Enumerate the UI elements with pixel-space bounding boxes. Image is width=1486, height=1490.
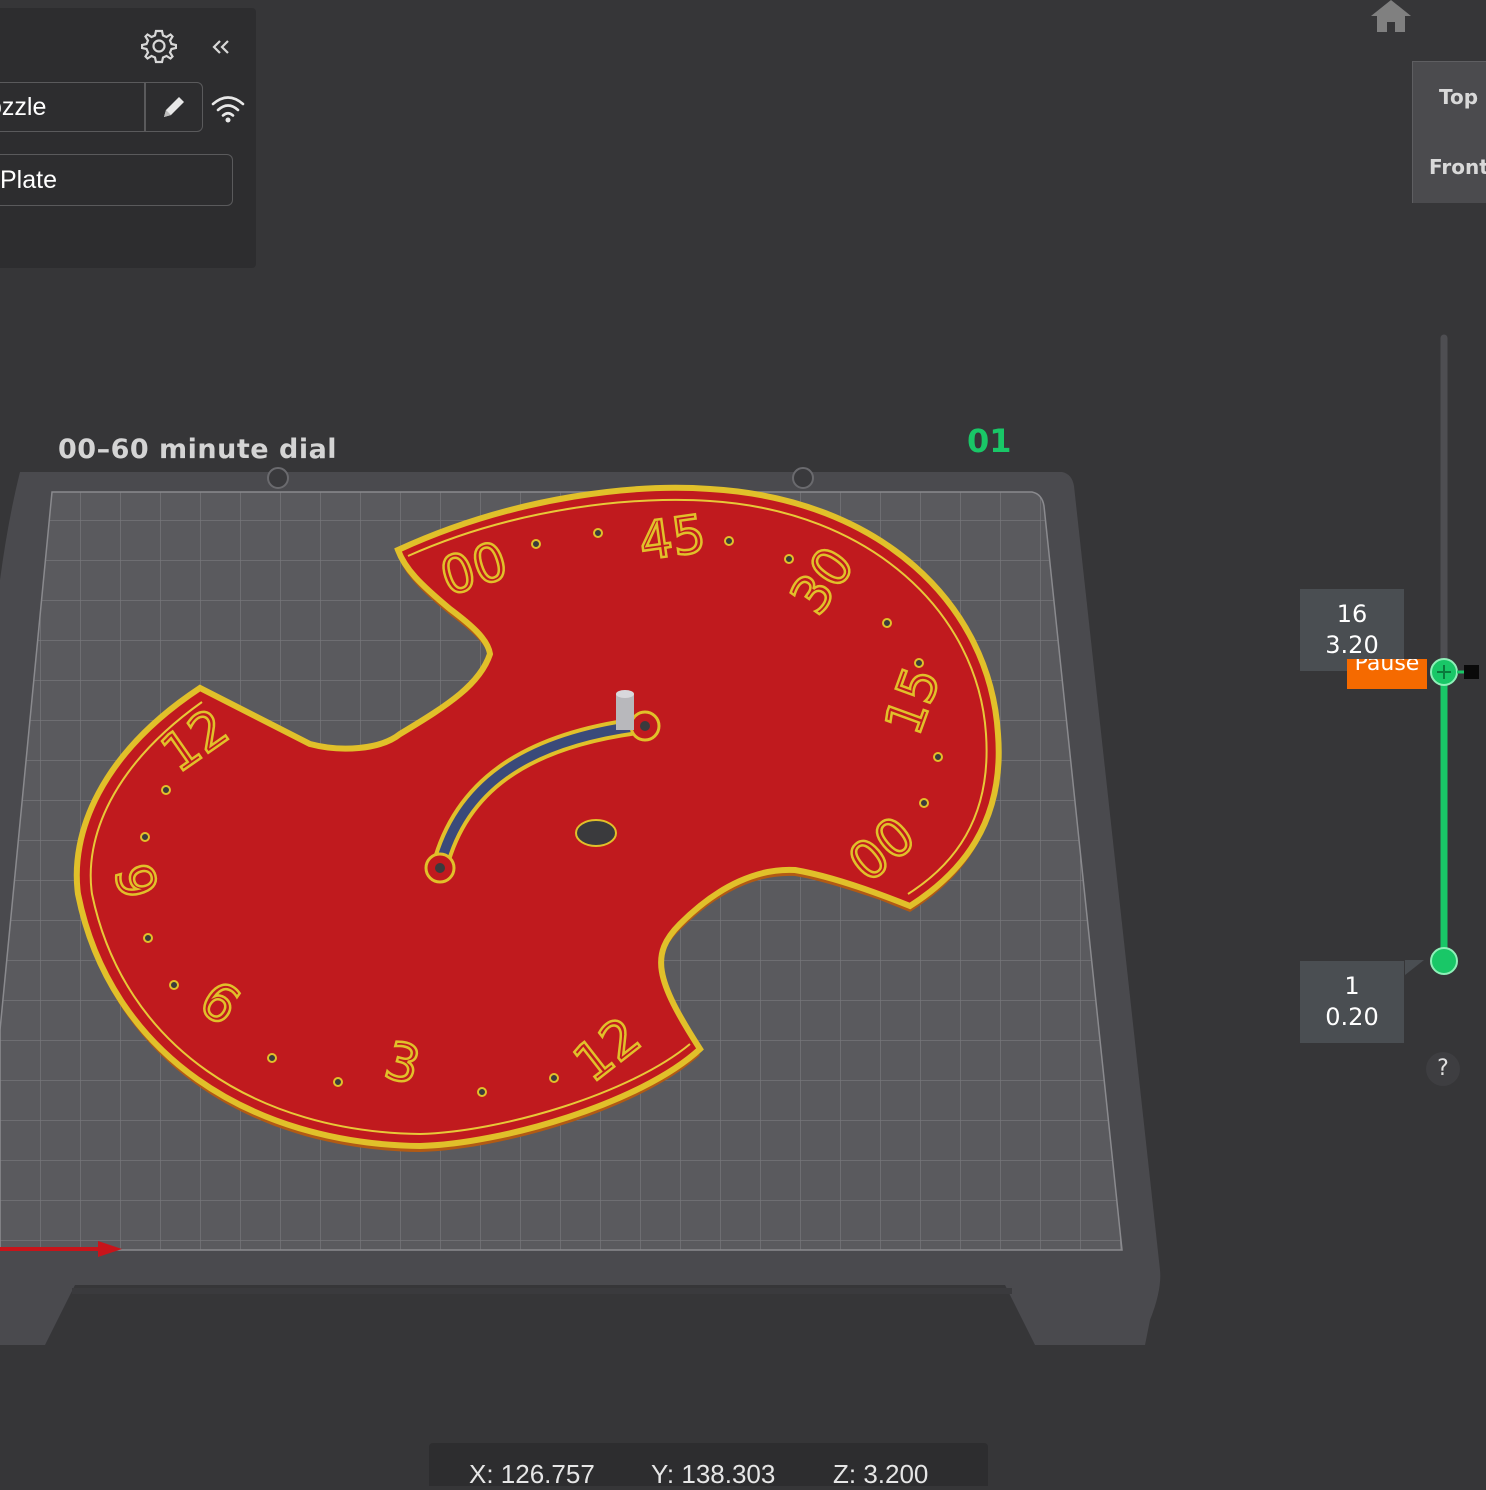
tick-dot <box>267 1053 277 1063</box>
view-front[interactable]: Front <box>1429 155 1486 179</box>
bed-front-lip <box>72 1288 1012 1294</box>
bed-notch <box>792 467 814 489</box>
tick-dot <box>724 536 734 546</box>
tick-dot <box>549 1073 559 1083</box>
tick-dot <box>919 798 929 808</box>
view-top[interactable]: Top <box>1439 85 1478 109</box>
tick-dot <box>933 752 943 762</box>
pin <box>616 694 634 730</box>
dial-number: 45 <box>635 504 709 573</box>
plate-index[interactable]: 01 <box>967 422 1012 460</box>
tick-dot <box>784 554 794 564</box>
printer-select-value: ozzle <box>0 92 47 121</box>
wifi-icon[interactable] <box>210 94 246 128</box>
printer-select[interactable]: ozzle <box>0 82 145 132</box>
tick-dot <box>914 658 924 668</box>
bed-notch <box>267 467 289 489</box>
tick-dot <box>333 1077 343 1087</box>
tick-dot <box>593 528 603 538</box>
view-cube[interactable]: Top Front <box>1412 61 1486 203</box>
bottom-layer-height: 0.20 <box>1325 1003 1379 1031</box>
top-layer-height: 3.20 <box>1325 631 1379 659</box>
pause-tag[interactable]: Pause <box>1347 659 1427 689</box>
tick-dot <box>143 933 153 943</box>
tick-dot <box>169 980 179 990</box>
tick-dot <box>161 785 171 795</box>
gear-icon[interactable] <box>140 28 178 68</box>
plate-type-select[interactable]: Plate <box>0 154 233 206</box>
bottom-layer-number: 1 <box>1344 972 1360 1000</box>
edit-printer-button[interactable] <box>145 82 203 132</box>
coord-z: Z: 3.200 <box>833 1459 929 1489</box>
collapse-icon[interactable] <box>210 38 232 60</box>
tick-dot <box>882 618 892 628</box>
plate-type-value: Plate <box>0 165 57 194</box>
coord-x: X: 126.757 <box>469 1459 595 1489</box>
plate-name[interactable]: 00–60 minute dial <box>58 434 337 465</box>
center-hole <box>575 819 617 847</box>
tick-dot <box>477 1087 487 1097</box>
tick-dot <box>140 832 150 842</box>
help-button[interactable]: ? <box>1426 1052 1460 1086</box>
top-layer-number: 16 <box>1336 600 1368 628</box>
pencil-icon <box>164 97 184 117</box>
bottom-layer-label: 1 0.20 <box>1300 961 1404 1043</box>
coordinate-readout: X: 126.757 Y: 138.303 Z: 3.200 <box>429 1443 988 1489</box>
tick-dot <box>531 539 541 549</box>
home-icon[interactable] <box>1368 0 1414 38</box>
printer-settings-panel: ozzle Plate <box>0 8 256 268</box>
coord-y: Y: 138.303 <box>651 1459 776 1489</box>
